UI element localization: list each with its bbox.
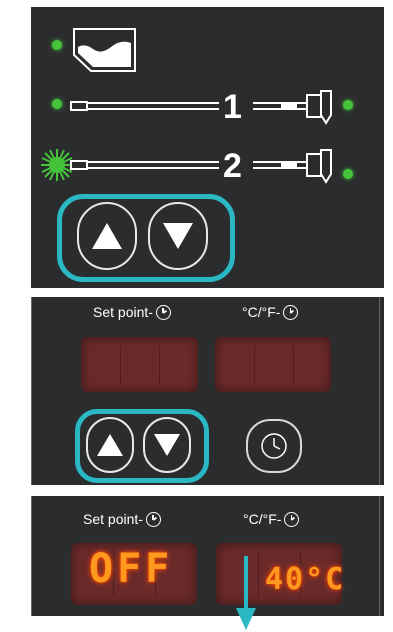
up-button[interactable] (77, 202, 137, 270)
panel-border-line (31, 496, 32, 616)
cable1-right-led (343, 100, 353, 110)
temperature-readout: 40°C (265, 562, 346, 597)
down-button[interactable] (148, 202, 208, 270)
readout-panel: Set point- °C/°F- OFF 40°C (31, 496, 384, 616)
setpoint-label: Set point- (83, 511, 161, 527)
up-button[interactable] (86, 417, 134, 473)
cable1-left-led (52, 99, 62, 109)
down-button[interactable] (143, 417, 191, 473)
heater-control-panel: 1 2 (31, 7, 384, 288)
triangle-up-icon (97, 434, 123, 456)
triangle-down-icon (154, 434, 180, 456)
arrow-down-icon (236, 556, 256, 630)
tank-status-led (52, 40, 62, 50)
panel-border-line (31, 297, 32, 485)
setpoint-display (81, 337, 198, 392)
clock-icon (145, 511, 161, 527)
triangle-up-icon (92, 223, 122, 249)
setpoint-label: Set point- (93, 304, 171, 320)
heating-cable-1-icon (70, 90, 332, 125)
heating-cable-2-icon (70, 149, 332, 184)
cable-1-number: 1 (223, 88, 242, 126)
clock-icon (283, 304, 299, 320)
unit-label: °C/°F- (243, 511, 300, 527)
timer-button[interactable] (246, 419, 302, 473)
temperature-display (215, 337, 331, 392)
cable2-right-led (343, 169, 353, 179)
triangle-down-icon (163, 223, 193, 249)
tank-level-icon (73, 28, 136, 72)
unit-label: °C/°F- (242, 304, 299, 320)
setpoint-readout-off: OFF (89, 546, 174, 592)
setpoint-panel: Set point- °C/°F- (31, 297, 384, 485)
panel-border-line (379, 297, 380, 485)
clock-icon (284, 511, 300, 527)
clock-icon (261, 433, 287, 459)
clock-icon (155, 304, 171, 320)
panel-border-line (379, 496, 380, 616)
cable-2-number: 2 (223, 147, 242, 185)
